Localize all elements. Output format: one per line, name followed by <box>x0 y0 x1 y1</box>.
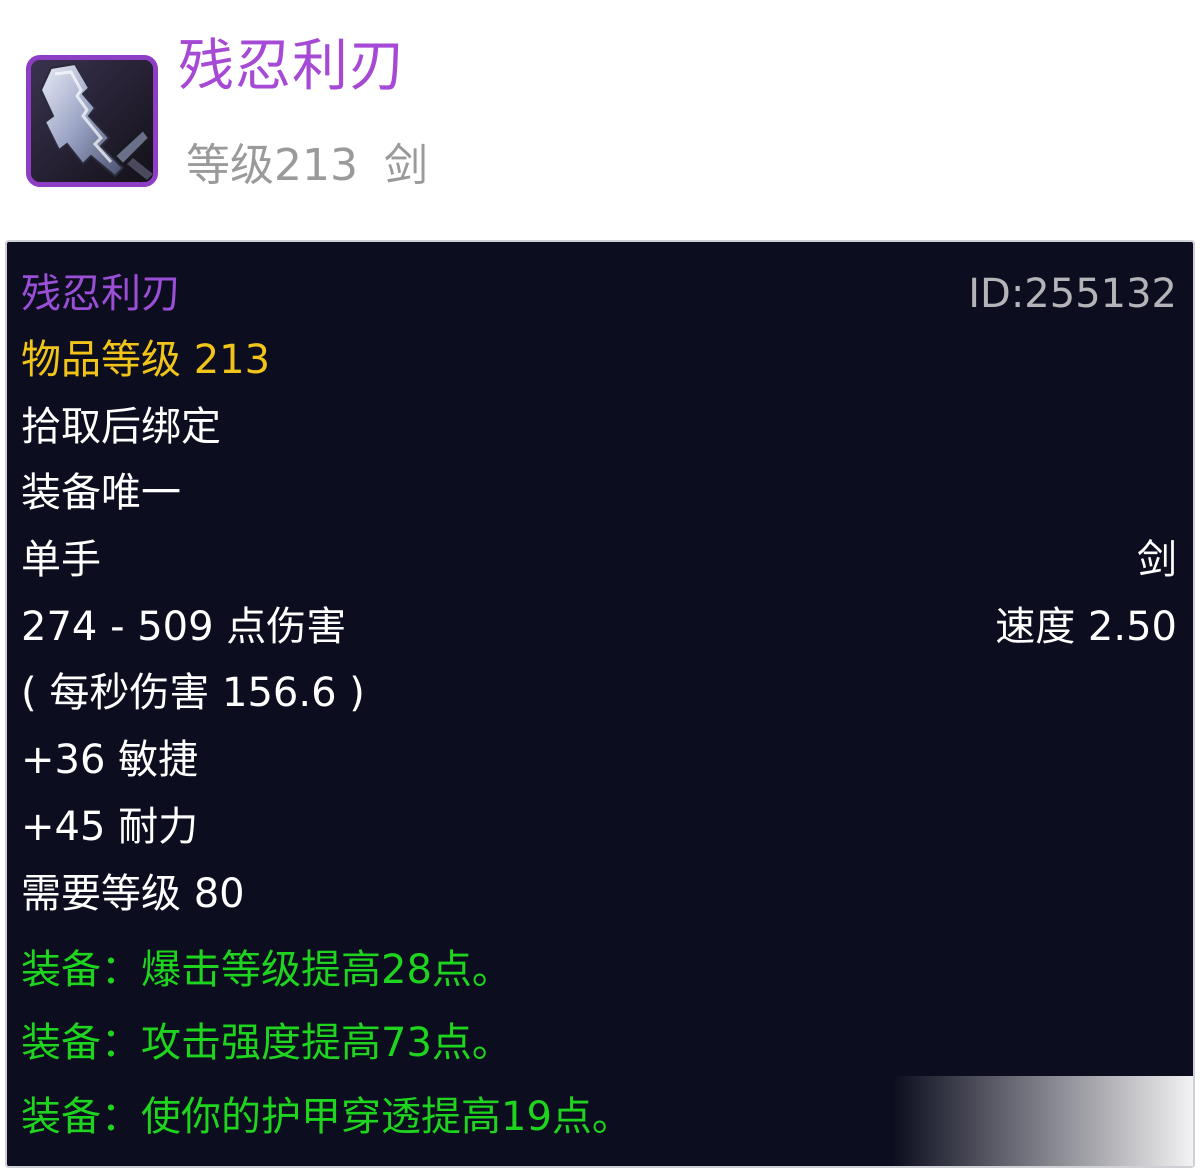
tooltip-effect: 装备：爆击等级提高28点。 <box>21 947 512 993</box>
tooltip-stat-agility: +36 敏捷 <box>21 737 199 783</box>
item-icon[interactable] <box>26 55 158 187</box>
item-level-label: 等级213 <box>186 140 358 191</box>
item-type-label: 剑 <box>383 140 428 191</box>
tooltip-damage: 274 - 509 点伤害 <box>21 604 347 650</box>
tooltip-speed: 速度 2.50 <box>995 604 1177 650</box>
tooltip-item-id: ID:255132 <box>968 271 1177 317</box>
item-header: 残忍利刃 等级213 剑 <box>0 0 1200 240</box>
tooltip-weapon-type: 剑 <box>1137 537 1177 583</box>
tooltip-damage-row: 274 - 509 点伤害 速度 2.50 <box>21 597 1177 657</box>
tooltip-unique: 装备唯一 <box>21 470 181 516</box>
tooltip-slot-row: 单手 剑 <box>21 530 1177 590</box>
tooltip-stat-stamina: +45 耐力 <box>21 804 199 850</box>
tooltip-required-level: 需要等级 80 <box>21 871 245 917</box>
tooltip-title-row: 残忍利刃 ID:255132 <box>21 264 1177 324</box>
tooltip-dps: ( 每秒伤害 156.6 ) <box>21 670 365 716</box>
tooltip-effect: 装备：使你的护甲穿透提高19点。 <box>21 1094 632 1140</box>
tooltip-item-level: 物品等级 213 <box>21 337 271 383</box>
tooltip-binding: 拾取后绑定 <box>21 404 221 450</box>
item-title: 残忍利刃 <box>178 34 406 99</box>
tooltip-slot: 单手 <box>21 537 101 583</box>
tooltip-effect: 装备：攻击强度提高73点。 <box>21 1020 512 1066</box>
item-tooltip: 残忍利刃 ID:255132 物品等级 213 拾取后绑定 装备唯一 单手 剑 … <box>5 240 1195 1168</box>
sword-icon <box>31 60 153 182</box>
tooltip-item-name: 残忍利刃 <box>21 271 181 317</box>
item-subtitle: 等级213 剑 <box>186 138 428 194</box>
